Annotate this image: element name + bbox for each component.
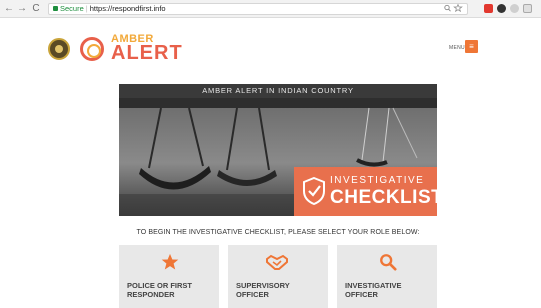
- extension-icon[interactable]: [523, 4, 532, 13]
- secure-label: Secure: [60, 4, 84, 13]
- role-card-investigative[interactable]: INVESTIGATIVE OFFICER: [337, 245, 437, 308]
- handshake-icon: [266, 254, 288, 270]
- badge-line1: INVESTIGATIVE: [330, 175, 425, 186]
- back-button[interactable]: ←: [4, 3, 14, 15]
- forward-button[interactable]: →: [17, 3, 27, 15]
- extension-icon[interactable]: [510, 4, 519, 13]
- role-instruction: TO BEGIN THE INVESTIGATIVE CHECKLIST, PL…: [136, 229, 420, 236]
- lock-icon: [53, 6, 58, 11]
- partner-logo[interactable]: [80, 37, 104, 61]
- menu-button[interactable]: ≡: [465, 40, 478, 53]
- hero-title: AMBER ALERT IN INDIAN COUNTRY: [119, 84, 437, 98]
- shield-check-icon: [303, 177, 325, 205]
- menu-label[interactable]: MENU: [449, 45, 465, 51]
- investigative-checklist-badge: INVESTIGATIVE CHECKLIST: [294, 167, 443, 216]
- role-label: SUPERVISORY OFFICER: [236, 281, 290, 299]
- doj-seal-logo[interactable]: [48, 38, 70, 60]
- url-text: https://respondfirst.info: [89, 4, 166, 13]
- badge-line2: CHECKLIST: [330, 187, 444, 208]
- role-card-supervisory[interactable]: SUPERVISORY OFFICER: [228, 245, 328, 308]
- role-label: POLICE OR FIRST RESPONDER: [127, 281, 193, 299]
- address-bar-icons: [444, 4, 464, 14]
- magnifier-icon: [380, 254, 397, 271]
- role-label: INVESTIGATIVE OFFICER: [345, 281, 402, 299]
- amber-alert-logo[interactable]: AMBER ALERT: [111, 33, 182, 67]
- reload-button[interactable]: C: [31, 3, 41, 15]
- extension-icon[interactable]: [497, 4, 506, 13]
- zoom-star-icons[interactable]: [444, 4, 464, 13]
- extension-icon[interactable]: [484, 4, 493, 13]
- browser-toolbar: ← → C Secure | https://respondfirst.info: [0, 0, 541, 18]
- role-card-police[interactable]: POLICE OR FIRST RESPONDER: [119, 245, 219, 308]
- address-bar[interactable]: Secure | https://respondfirst.info: [48, 3, 468, 15]
- star-icon: [161, 253, 179, 270]
- logo-alert-text: ALERT: [111, 42, 183, 64]
